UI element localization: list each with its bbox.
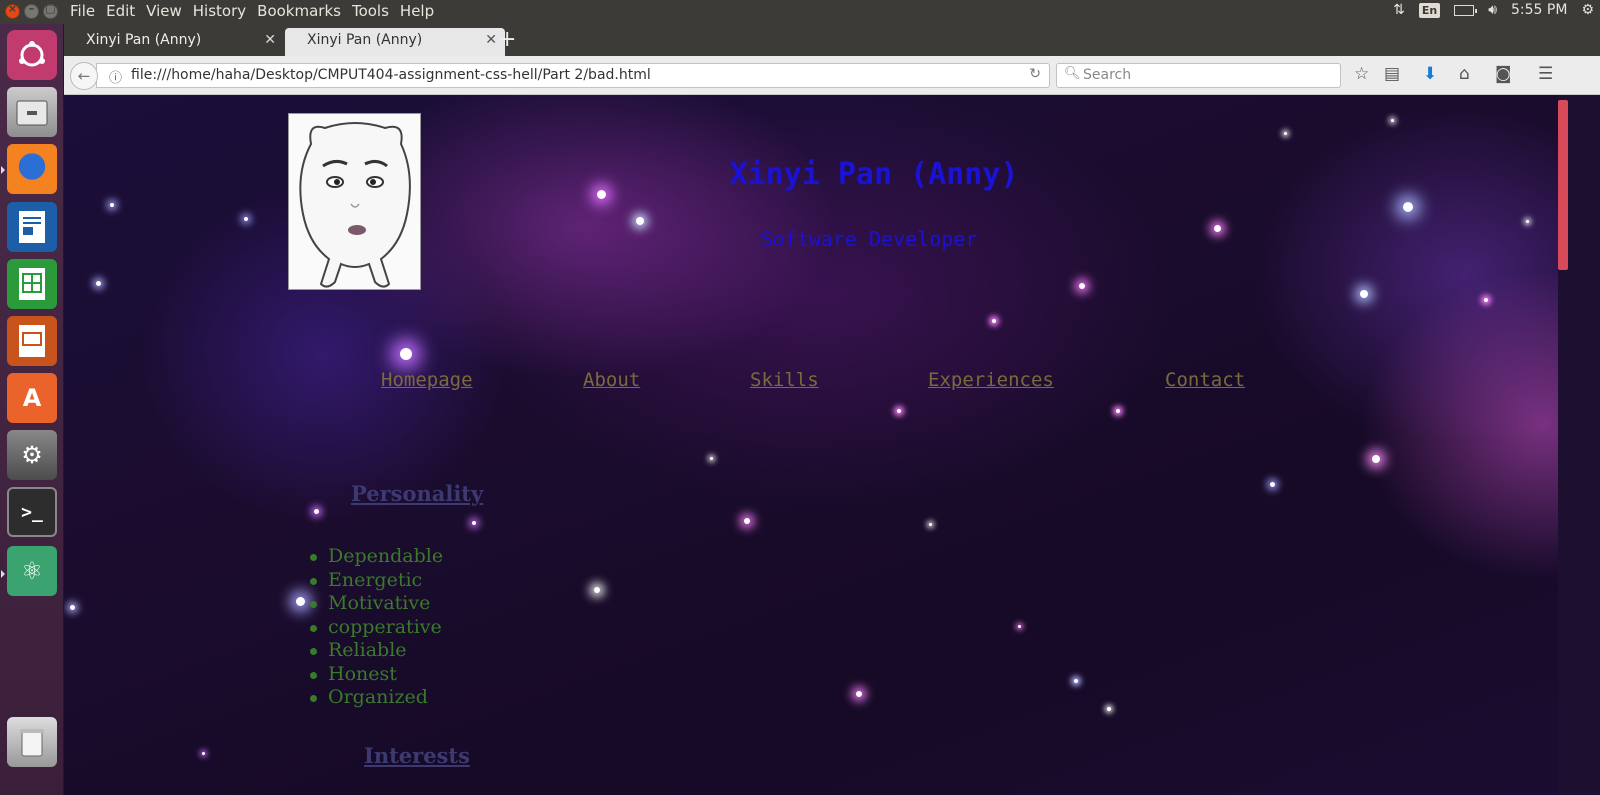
atom-icon[interactable]: ⚛ (7, 546, 57, 596)
personality-heading[interactable]: Personality (351, 481, 483, 506)
page-viewport: Xinyi Pan (Anny) Software Developer Home… (64, 95, 1558, 795)
scrollbar-thumb[interactable] (1558, 100, 1568, 270)
interests-heading[interactable]: Interests (364, 743, 470, 768)
menu-help[interactable]: Help (400, 2, 434, 20)
close-icon[interactable]: ✕ (264, 32, 276, 48)
indicator-area: ⇅ En 🔊︎ 5:55 PM ⚙ (1393, 2, 1594, 18)
list-item: Honest (308, 663, 443, 687)
list-item: Organized (308, 686, 443, 710)
terminal-icon[interactable]: >_ (7, 487, 57, 537)
browser-tab-active[interactable]: Xinyi Pan (Anny) ✕ (285, 28, 505, 56)
browser-tab[interactable]: Xinyi Pan (Anny) ✕ (64, 28, 284, 56)
volume-icon[interactable]: 🔊︎ (1488, 2, 1497, 18)
network-icon[interactable]: ⇅ (1393, 2, 1405, 18)
nav-link-contact[interactable]: Contact (1165, 369, 1245, 391)
list-item: Energetic (308, 569, 443, 593)
list-item: Reliable (308, 639, 443, 663)
window-close-button[interactable]: × (5, 2, 20, 19)
menu-history[interactable]: History (193, 2, 246, 20)
nav-link-skills[interactable]: Skills (750, 369, 819, 391)
menu-edit[interactable]: Edit (106, 2, 135, 20)
reading-list-icon[interactable]: ▤ (1384, 64, 1400, 84)
list-item: Motivative (308, 592, 443, 616)
clock[interactable]: 5:55 PM (1511, 2, 1567, 18)
ubuntu-dash-icon[interactable] (7, 30, 57, 80)
impress-icon[interactable] (7, 316, 57, 366)
page-title: Xinyi Pan (Anny) (729, 157, 1019, 192)
menu-bar: File Edit View History Bookmarks Tools H… (70, 2, 445, 20)
window-maximize-button[interactable]: □ (43, 2, 58, 19)
trash-icon[interactable] (7, 717, 57, 767)
battery-icon[interactable] (1454, 4, 1478, 16)
bookmark-star-icon[interactable]: ☆ (1354, 64, 1369, 84)
nav-link-homepage[interactable]: Homepage (381, 369, 473, 391)
info-icon[interactable]: ⓘ (109, 67, 122, 86)
list-item: Dependable (308, 545, 443, 569)
close-icon[interactable]: ✕ (485, 32, 497, 48)
tab-title: Xinyi Pan (Anny) (86, 32, 202, 48)
system-settings-icon[interactable]: ⚙ (7, 430, 57, 480)
back-button[interactable]: ← (70, 62, 98, 90)
nav-link-about[interactable]: About (583, 369, 640, 391)
page-subtitle: Software Developer (760, 227, 978, 251)
pocket-icon[interactable]: ◙ (1495, 64, 1512, 84)
launcher: A ⚙ >_ ⚛ (0, 24, 64, 795)
personality-list: Dependable Energetic Motivative copperat… (308, 545, 443, 710)
url-bar[interactable]: ⓘ file:///home/haha/Desktop/CMPUT404-ass… (96, 63, 1050, 88)
keyboard-layout-indicator[interactable]: En (1418, 2, 1441, 18)
home-icon[interactable]: ⌂ (1459, 64, 1470, 84)
software-center-icon[interactable]: A (7, 373, 57, 423)
search-placeholder: Search (1083, 67, 1132, 83)
files-icon[interactable] (7, 87, 57, 137)
top-panel: × – □ File Edit View History Bookmarks T… (0, 0, 1600, 24)
tab-title: Xinyi Pan (Anny) (307, 32, 423, 48)
menu-view[interactable]: View (146, 2, 182, 20)
new-tab-button[interactable]: + (498, 28, 516, 52)
nav-link-experiences[interactable]: Experiences (928, 369, 1054, 391)
tab-bar: Xinyi Pan (Anny) ✕ Xinyi Pan (Anny) ✕ + (64, 24, 1600, 56)
firefox-icon[interactable] (7, 144, 57, 194)
gear-icon[interactable]: ⚙ (1581, 2, 1594, 18)
running-indicator (1, 166, 5, 174)
menu-bookmarks[interactable]: Bookmarks (257, 2, 341, 20)
window-minimize-button[interactable]: – (24, 2, 39, 19)
hamburger-menu-icon[interactable]: ☰ (1538, 64, 1553, 84)
search-icon: 🔍︎ (1064, 66, 1081, 81)
navigation-toolbar: ⓘ file:///home/haha/Desktop/CMPUT404-ass… (64, 56, 1600, 95)
running-indicator (1, 570, 5, 578)
reload-icon[interactable]: ↻ (1029, 66, 1041, 82)
url-text: file:///home/haha/Desktop/CMPUT404-assig… (131, 67, 651, 83)
menu-tools[interactable]: Tools (352, 2, 389, 20)
list-item: copperative (308, 616, 443, 640)
calc-icon[interactable] (7, 259, 57, 309)
writer-icon[interactable] (7, 202, 57, 252)
downloads-icon[interactable]: ⬇ (1423, 64, 1437, 84)
search-input[interactable]: 🔍︎ Search (1056, 63, 1341, 88)
avatar (288, 113, 421, 290)
menu-file[interactable]: File (70, 2, 95, 20)
